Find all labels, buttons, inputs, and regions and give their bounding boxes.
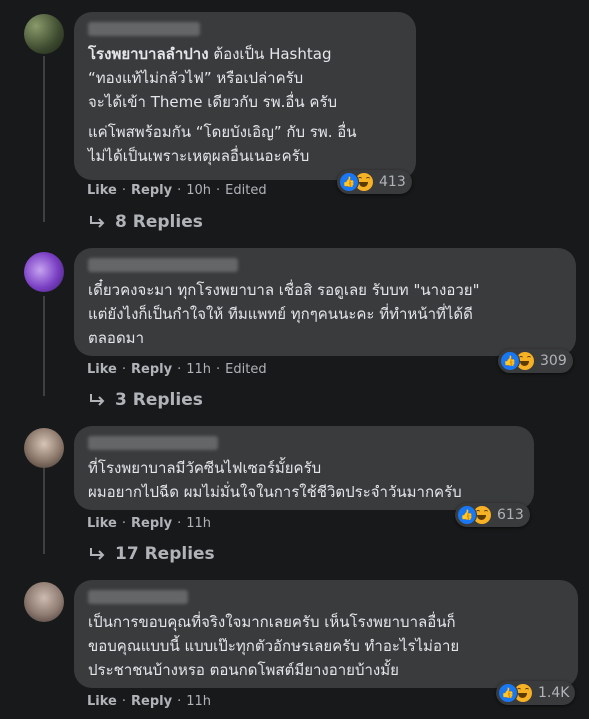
reply-button[interactable]: Reply [131,516,172,531]
avatar[interactable] [24,252,64,292]
comment-actions: Like · Reply · 11h [87,694,211,709]
comment-text: แค่โพสพร้อมกัน “โดยบังเอิญ” กับ รพ. อื่น… [88,123,357,165]
reaction-summary[interactable]: 👍 413 [337,170,412,194]
thread-line [43,468,45,554]
mention-link[interactable]: โรงพยาบาลลำปาง [88,45,209,63]
comment-text: โรงพยาบาลลำปาง ต้องเป็น Hashtag “ทองแท้ไ… [88,45,338,111]
thread-line [43,296,45,396]
timestamp[interactable]: 10h [186,183,211,198]
reply-arrow-icon [90,548,105,560]
commenter-name-blurred[interactable] [88,590,188,604]
comment-bubble: เป็นการขอบคุณที่จริงใจมากเลยครับ เห็นโรง… [74,580,578,688]
timestamp[interactable]: 11h [186,516,211,531]
like-button[interactable]: Like [87,516,117,531]
comment-text: เดี๋ยวคงจะมา ทุกโรงพยาบาล เชื่อสิ รอดูเล… [88,281,480,347]
like-button[interactable]: Like [87,362,117,377]
reply-arrow-icon [90,216,105,228]
replies-count: 17 Replies [115,544,215,564]
thumbs-up-icon: 👍 [457,505,477,525]
commenter-name-blurred[interactable] [88,22,200,36]
comment-actions: Like · Reply · 11h · Edited [87,362,267,377]
like-button[interactable]: Like [87,183,117,198]
thread-line [43,56,45,222]
thumbs-up-icon: 👍 [339,172,359,192]
reaction-summary[interactable]: 👍 613 [455,503,530,527]
like-button[interactable]: Like [87,694,117,709]
comment-bubble: เดี๋ยวคงจะมา ทุกโรงพยาบาล เชื่อสิ รอดูเล… [74,248,576,356]
reply-arrow-icon [90,394,105,406]
comment-actions: Like · Reply · 11h [87,516,211,531]
thumbs-up-icon: 👍 [498,683,518,703]
reaction-count: 309 [540,353,567,369]
reaction-summary[interactable]: 👍 309 [498,349,573,373]
reaction-count: 1.4K [538,685,570,701]
view-replies-button[interactable]: 3 Replies [89,390,203,410]
view-replies-button[interactable]: 8 Replies [89,212,203,232]
comment-text: เป็นการขอบคุณที่จริงใจมากเลยครับ เห็นโรง… [88,613,460,679]
comment-actions: Like · Reply · 10h · Edited [87,183,267,198]
timestamp[interactable]: 11h [186,362,211,377]
comment-text: ที่โรงพยาบาลมีวัคซีนไฟเซอร์มั้ยครับ ผมอย… [88,459,462,501]
reply-button[interactable]: Reply [131,183,172,198]
reaction-count: 613 [497,507,524,523]
reply-button[interactable]: Reply [131,362,172,377]
view-replies-button[interactable]: 17 Replies [89,544,215,564]
replies-count: 8 Replies [115,212,203,232]
comment-bubble: ที่โรงพยาบาลมีวัคซีนไฟเซอร์มั้ยครับ ผมอย… [74,426,534,510]
comment-bubble: โรงพยาบาลลำปาง ต้องเป็น Hashtag “ทองแท้ไ… [74,12,416,180]
commenter-name-blurred[interactable] [88,258,238,272]
reaction-count: 413 [379,174,406,190]
edited-label: Edited [225,362,267,377]
avatar[interactable] [24,14,64,54]
thumbs-up-icon: 👍 [500,351,520,371]
avatar[interactable] [24,582,64,622]
replies-count: 3 Replies [115,390,203,410]
edited-label: Edited [225,183,267,198]
commenter-name-blurred[interactable] [88,436,218,450]
timestamp[interactable]: 11h [186,694,211,709]
avatar[interactable] [24,428,64,468]
reply-button[interactable]: Reply [131,694,172,709]
reaction-summary[interactable]: 👍 1.4K [496,681,576,705]
